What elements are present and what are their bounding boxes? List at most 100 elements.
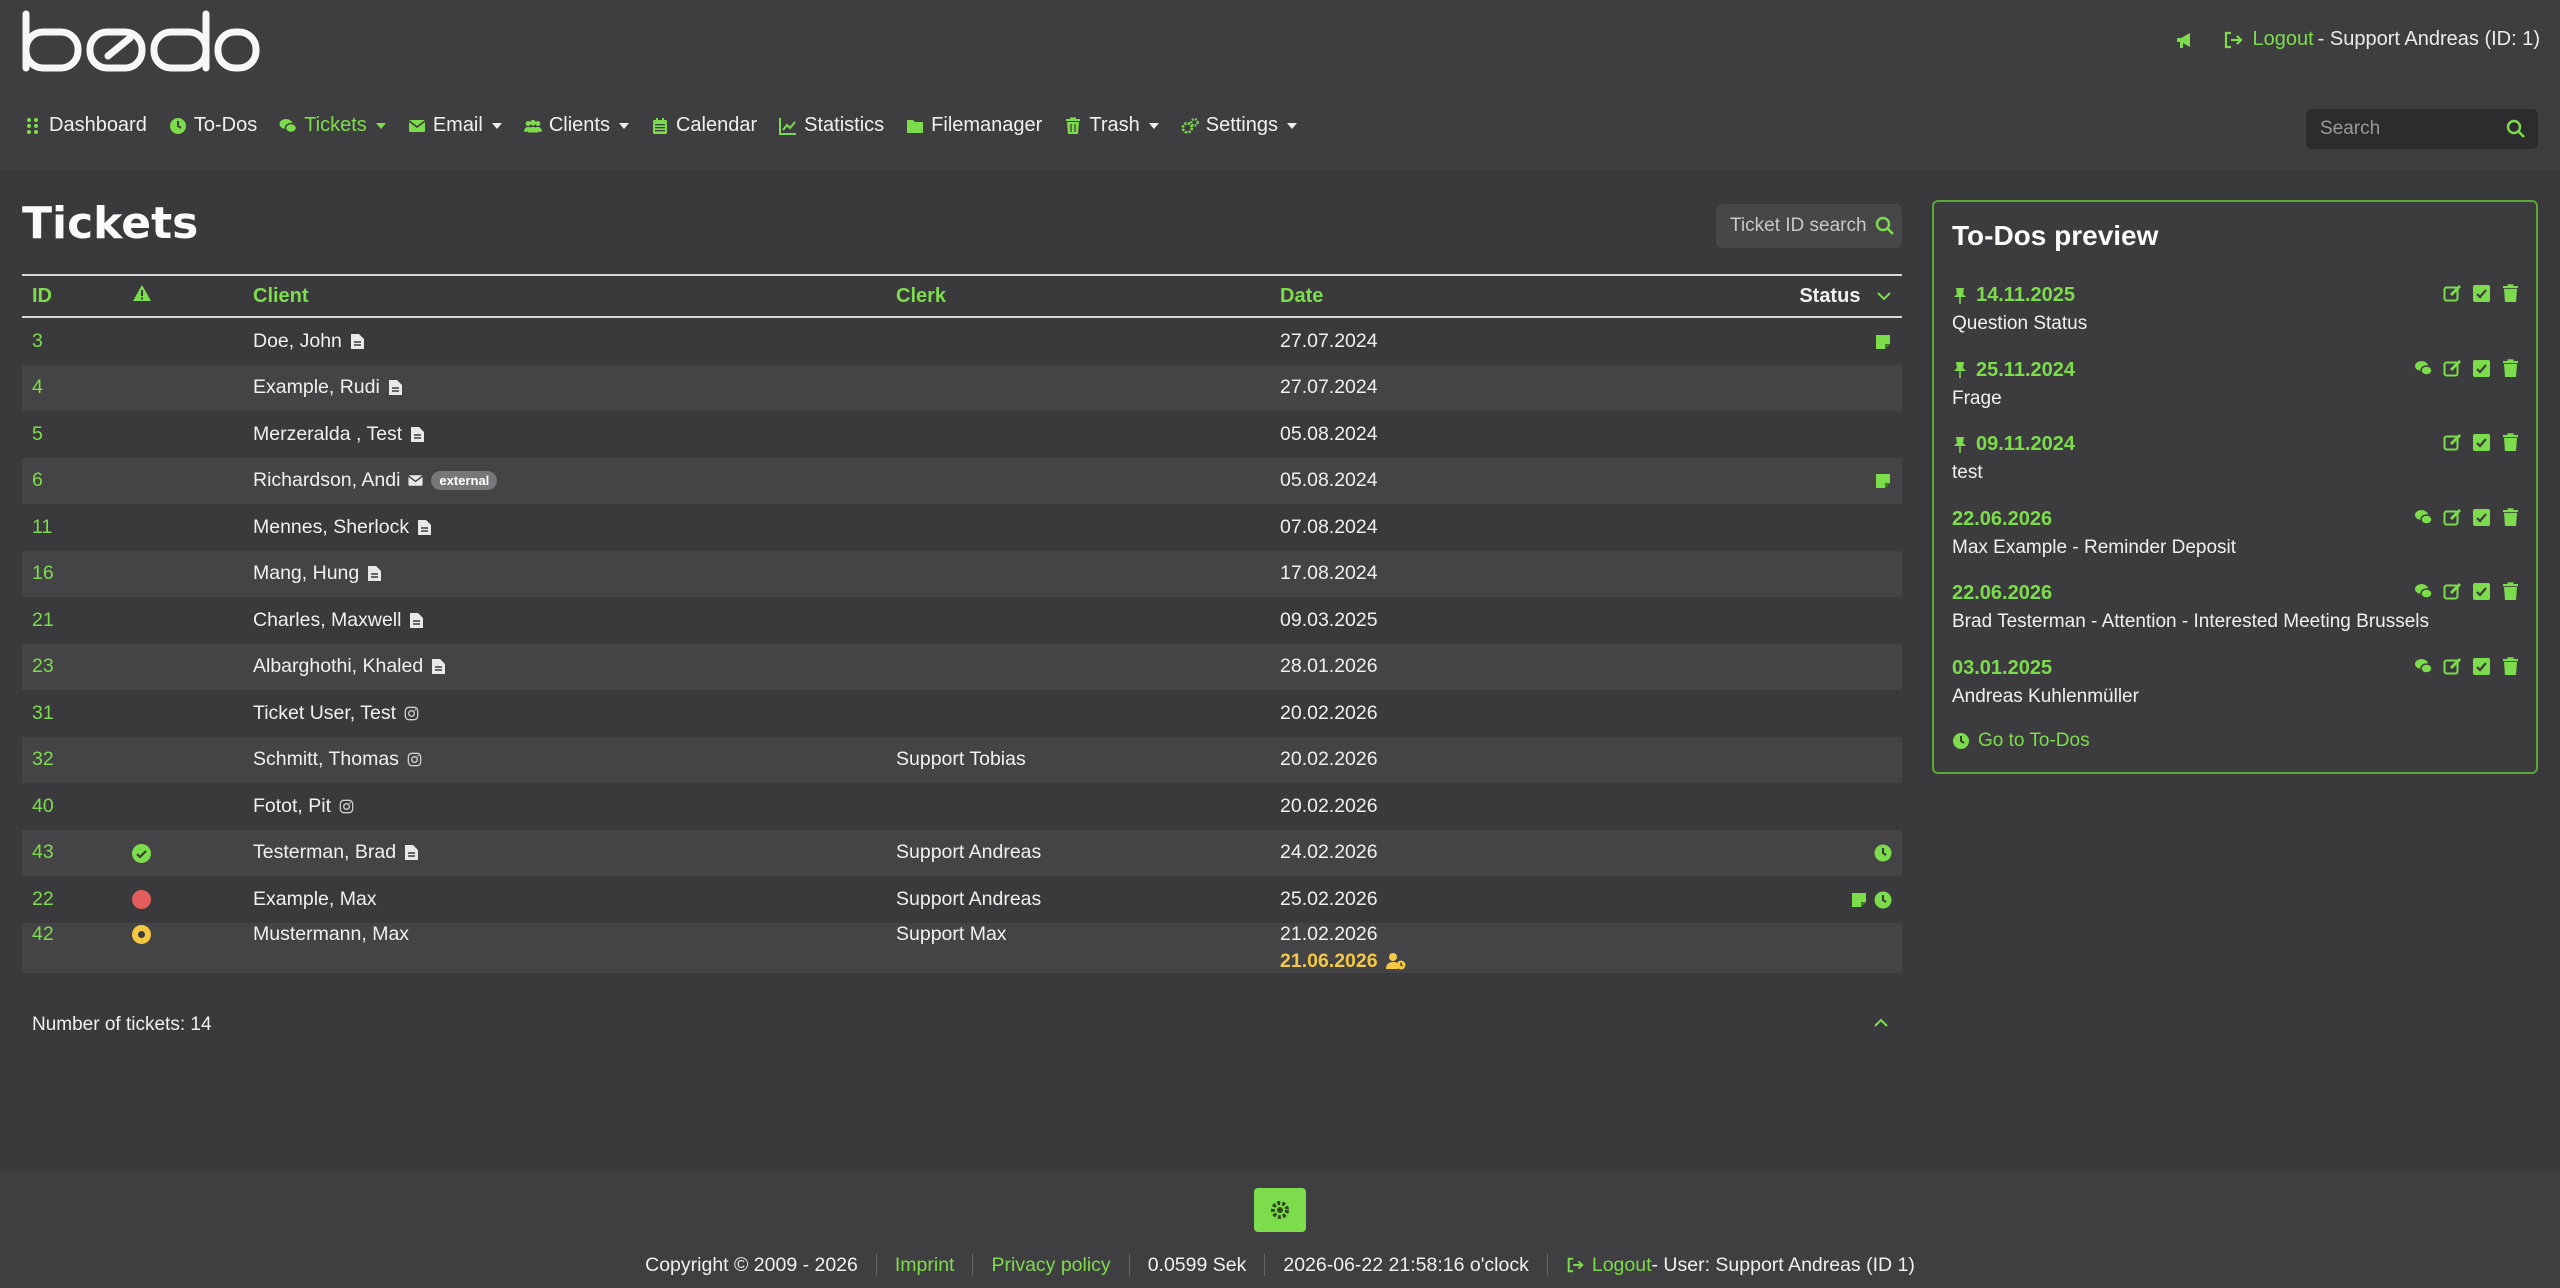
table-row[interactable]: 23 Albarghothi, Khaled 28.01.2026 <box>22 643 1902 691</box>
table-row[interactable]: 6 Richardson, Andi external 05.08.2024 <box>22 457 1902 505</box>
nav-filemanager[interactable]: Filemanager <box>906 114 1042 137</box>
ticket-id[interactable]: 6 <box>22 458 122 505</box>
ticket-id[interactable]: 21 <box>22 597 122 644</box>
ticket-id[interactable]: 32 <box>22 737 122 784</box>
check-square-icon[interactable] <box>2472 508 2491 527</box>
edit-icon[interactable] <box>2443 657 2462 676</box>
edit-icon[interactable] <box>2443 582 2462 601</box>
nav-email[interactable]: Email <box>408 114 502 137</box>
ticket-id[interactable]: 31 <box>22 690 122 737</box>
nav-clients[interactable]: Clients <box>523 114 629 137</box>
table-row[interactable]: 16 Mang, Hung 17.08.2024 <box>22 550 1902 598</box>
ticket-id[interactable]: 16 <box>22 551 122 598</box>
nav-tickets[interactable]: Tickets <box>279 114 386 137</box>
ticket-client[interactable]: Mang, Hung <box>243 551 886 598</box>
todo-item[interactable]: 22.06.2026 Max Example - Reminder Deposit <box>1952 508 2520 559</box>
clock-icon[interactable] <box>1874 844 1892 862</box>
table-row[interactable]: 21 Charles, Maxwell 09.03.2025 <box>22 597 1902 644</box>
nav-statistics[interactable]: Statistics <box>779 114 884 137</box>
nav-todos[interactable]: To-Dos <box>169 114 257 137</box>
ticket-client[interactable]: Testerman, Brad <box>243 830 886 877</box>
trash-icon[interactable] <box>2501 358 2520 378</box>
table-row[interactable]: 40 Fotot, Pit 20.02.2026 <box>22 783 1902 830</box>
trash-icon[interactable] <box>2501 433 2520 452</box>
table-row[interactable]: 42 Mustermann, Max Support Max 21.02.2026 21… <box>22 922 1902 973</box>
nav-trash[interactable]: Trash <box>1064 114 1159 137</box>
comments-icon[interactable] <box>2414 508 2433 527</box>
trash-icon[interactable] <box>2501 582 2520 601</box>
ticket-id[interactable]: 40 <box>22 783 122 830</box>
ticket-client[interactable]: Ticket User, Test <box>243 690 886 737</box>
privacy-link[interactable]: Privacy policy <box>973 1254 1130 1276</box>
ticket-id[interactable]: 22 <box>22 876 122 923</box>
check-square-icon[interactable] <box>2472 433 2491 452</box>
sticky-note-icon[interactable] <box>1874 472 1892 490</box>
todo-item[interactable]: 25.11.2024 Frage <box>1952 359 2520 410</box>
table-row[interactable]: 32 Schmitt, Thomas Support Tobias 20.02.202… <box>22 736 1902 784</box>
edit-icon[interactable] <box>2443 359 2462 378</box>
comments-icon[interactable] <box>2414 582 2433 601</box>
ticket-client[interactable]: Mustermann, Max <box>243 923 886 973</box>
ticket-client[interactable]: Example, Rudi <box>243 365 886 412</box>
todo-item[interactable]: 03.01.2025 Andreas Kuhlenmüller <box>1952 657 2520 708</box>
ticket-client[interactable]: Richardson, Andi external <box>243 458 886 505</box>
search-input[interactable] <box>2306 117 2502 141</box>
nav-dashboard[interactable]: Dashboard <box>24 114 147 137</box>
table-row[interactable]: 43 Testerman, Brad Support Andreas 24.02.20… <box>22 829 1902 877</box>
imprint-link[interactable]: Imprint <box>877 1254 974 1276</box>
edit-icon[interactable] <box>2443 284 2462 303</box>
trash-icon[interactable] <box>2501 507 2520 527</box>
table-row[interactable]: 22 Example, Max Support Andreas 25.02.2026 <box>22 876 1902 923</box>
col-status[interactable]: Status <box>1710 275 1902 317</box>
table-row[interactable]: 31 Ticket User, Test 20.02.2026 <box>22 690 1902 737</box>
ticket-client[interactable]: Fotot, Pit <box>243 783 886 830</box>
todo-item[interactable]: 14.11.2025 Question Status <box>1952 284 2520 335</box>
table-row[interactable]: 3 Doe, John 27.07.2024 <box>22 317 1902 365</box>
trash-icon[interactable] <box>2501 656 2520 676</box>
trash-icon[interactable] <box>2501 284 2520 303</box>
nav-settings[interactable]: Settings <box>1181 114 1297 137</box>
ticket-id[interactable]: 4 <box>22 365 122 412</box>
check-square-icon[interactable] <box>2472 284 2491 303</box>
ticket-id[interactable]: 23 <box>22 644 122 691</box>
goto-todos-link[interactable]: Go to To-Dos <box>1952 730 2090 752</box>
edit-icon[interactable] <box>2443 508 2462 527</box>
ticket-id[interactable]: 43 <box>22 830 122 877</box>
ticket-client[interactable]: Doe, John <box>243 317 886 365</box>
comments-icon[interactable] <box>2414 657 2433 676</box>
col-client[interactable]: Client <box>243 275 886 317</box>
check-square-icon[interactable] <box>2472 582 2491 601</box>
sticky-note-icon[interactable] <box>1850 891 1868 909</box>
ticket-client[interactable]: Charles, Maxwell <box>243 597 886 644</box>
ticket-id[interactable]: 42 <box>22 923 122 973</box>
col-priority[interactable] <box>122 275 243 317</box>
ticket-id[interactable]: 11 <box>22 504 122 551</box>
ticket-client[interactable]: Albarghothi, Khaled <box>243 644 886 691</box>
ticket-client[interactable]: Merzeralda , Test <box>243 411 886 458</box>
logo[interactable] <box>20 10 260 72</box>
bullhorn-icon[interactable] <box>2175 30 2195 50</box>
ticket-client[interactable]: Mennes, Sherlock <box>243 504 886 551</box>
nav-calendar[interactable]: Calendar <box>651 114 757 137</box>
footer-logout-link[interactable]: Logout <box>1592 1254 1652 1276</box>
col-date[interactable]: Date <box>1270 275 1710 317</box>
logout-link[interactable]: Logout <box>2253 28 2314 51</box>
clock-icon[interactable] <box>1874 891 1892 909</box>
ticket-id-search[interactable]: Ticket ID search <box>1716 204 1902 248</box>
ticket-client[interactable]: Example, Max <box>243 876 886 923</box>
col-clerk[interactable]: Clerk <box>886 275 1270 317</box>
check-square-icon[interactable] <box>2472 657 2491 676</box>
chevron-up-icon[interactable] <box>1872 1014 1890 1032</box>
check-square-icon[interactable] <box>2472 359 2491 378</box>
table-row[interactable]: 5 Merzeralda , Test 05.08.2024 <box>22 411 1902 458</box>
ticket-id[interactable]: 3 <box>22 317 122 365</box>
table-row[interactable]: 4 Example, Rudi 27.07.2024 <box>22 364 1902 412</box>
todo-item[interactable]: 22.06.2026 Brad Testerman - Attention - I… <box>1952 582 2520 633</box>
search-icon[interactable] <box>2506 119 2526 139</box>
settings-gear-button[interactable] <box>1254 1188 1306 1232</box>
todo-item[interactable]: 09.11.2024 test <box>1952 433 2520 484</box>
comments-icon[interactable] <box>2414 359 2433 378</box>
ticket-client[interactable]: Schmitt, Thomas <box>243 737 886 784</box>
edit-icon[interactable] <box>2443 433 2462 452</box>
ticket-id[interactable]: 5 <box>22 411 122 458</box>
